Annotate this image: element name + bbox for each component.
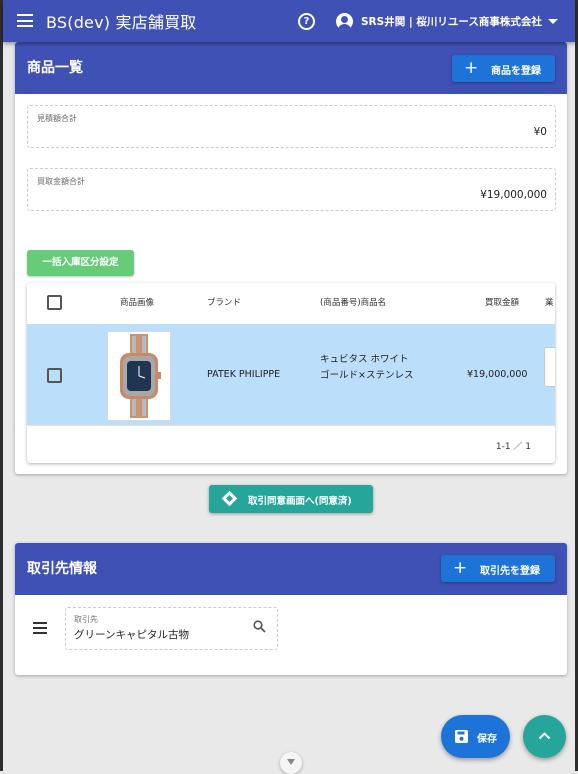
register-product-button[interactable]: + 商品を登録 xyxy=(452,55,555,82)
chevron-down-icon[interactable] xyxy=(548,19,558,24)
estimate-total-field: 見積額合計 ¥0 xyxy=(27,105,556,148)
estimate-total-value: ¥0 xyxy=(533,126,547,138)
table-divider xyxy=(27,425,555,426)
scroll-to-top-button[interactable] xyxy=(523,715,566,758)
register-partner-button[interactable]: + 取引先を登録 xyxy=(441,555,555,582)
select-all-checkbox[interactable] xyxy=(47,295,62,310)
help-icon[interactable]: ? xyxy=(298,13,315,30)
row-action-button[interactable] xyxy=(544,347,555,387)
partner-field-value: グリーンキャピタル古物 xyxy=(74,629,189,641)
diamond-icon xyxy=(221,490,238,507)
search-icon[interactable] xyxy=(253,620,266,633)
column-header-price[interactable]: 買取金額 xyxy=(485,296,519,308)
products-card-header: 商品一覧 + 商品を登録 xyxy=(15,42,567,94)
plus-icon: + xyxy=(453,558,468,578)
watch-image xyxy=(120,334,161,418)
products-card: 商品一覧 + 商品を登録 見積額合計 ¥0 買取金額合計 ¥19,000,000… xyxy=(15,42,567,474)
transaction-agreement-button[interactable]: 取引同意画面へ(同意済) xyxy=(209,485,373,513)
plus-icon: + xyxy=(464,58,479,78)
purchase-total-field: 買取金額合計 ¥19,000,000 xyxy=(27,168,556,211)
app-title: BS(dev) 実店舗買取 xyxy=(46,13,197,32)
window-edge-left xyxy=(0,0,3,771)
estimate-total-label: 見積額合計 xyxy=(37,114,77,123)
column-header-product-name[interactable]: (商品番号)商品名 xyxy=(320,296,386,308)
table-row[interactable]: PATEK PHILIPPE キュビタス ホワイトゴールド×ステンレス ¥19,… xyxy=(27,324,555,425)
app-bar: BS(dev) 実店舗買取 ? SRS井関 | 桜川リユース商事株式会社 xyxy=(3,0,575,42)
batch-stock-category-button[interactable]: 一括入庫区分設定 xyxy=(27,250,134,276)
pagination-info: 1-1 ／ 1 xyxy=(495,442,531,452)
purchase-total-label: 買取金額合計 xyxy=(37,177,85,186)
partner-card-header: 取引先情報 + 取引先を登録 xyxy=(15,543,567,595)
menu-icon[interactable] xyxy=(17,14,33,27)
save-button[interactable]: 保存 xyxy=(441,715,510,758)
purchase-total-value: ¥19,000,000 xyxy=(480,189,547,201)
partner-field[interactable]: 取引先 グリーンキャピタル古物 xyxy=(65,607,278,650)
row-price: ¥19,000,000 xyxy=(467,369,528,380)
product-thumbnail[interactable] xyxy=(107,331,171,421)
partner-card: 取引先情報 + 取引先を登録 取引先 グリーンキャピタル古物 xyxy=(15,543,567,675)
products-card-title: 商品一覧 xyxy=(27,60,83,76)
row-checkbox[interactable] xyxy=(47,368,62,383)
user-name[interactable]: SRS井関 | 桜川リユース商事株式会社 xyxy=(361,14,542,29)
row-product-name: キュビタス ホワイトゴールド×ステンレス xyxy=(320,354,414,381)
column-header-image[interactable]: 商品画像 xyxy=(120,296,154,308)
products-table: 商品画像 ブランド (商品番号)商品名 買取金額 業 PATEK PHILIPP… xyxy=(27,283,555,463)
chevron-up-icon xyxy=(538,732,551,740)
triangle-down-icon xyxy=(287,759,295,765)
save-icon xyxy=(455,730,468,743)
column-header-brand[interactable]: ブランド xyxy=(207,296,241,308)
column-header-truncated[interactable]: 業 xyxy=(545,296,554,308)
account-icon[interactable] xyxy=(336,13,353,30)
partner-field-label: 取引先 xyxy=(74,615,98,624)
list-icon[interactable] xyxy=(33,622,47,637)
partner-card-title: 取引先情報 xyxy=(27,561,97,577)
row-brand: PATEK PHILIPPE xyxy=(207,369,281,380)
